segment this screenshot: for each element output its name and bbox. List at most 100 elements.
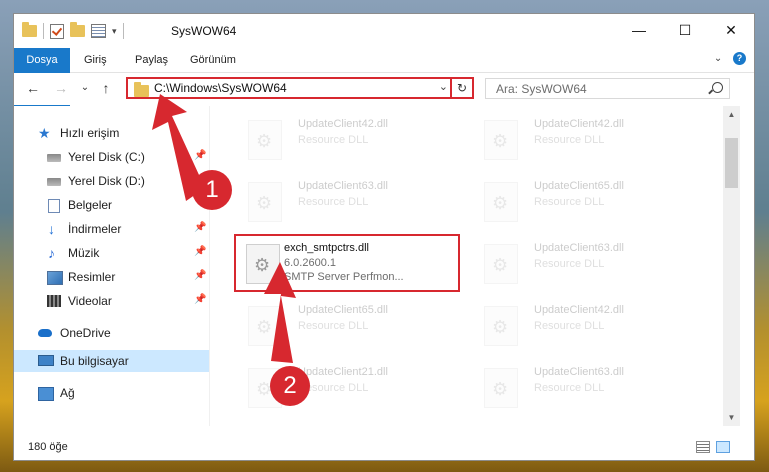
sidebar-item-this-pc[interactable]: Bu bilgisayar xyxy=(14,350,209,372)
dll-file-icon xyxy=(484,182,518,222)
ribbon-expand-icon[interactable]: ⌄ xyxy=(714,53,722,64)
file-name: UpdateClient63.dll xyxy=(298,180,388,192)
ribbon-controls: ⌄ ? xyxy=(714,52,746,65)
address-path[interactable]: C:\Windows\SysWOW64 xyxy=(154,81,287,96)
computer-icon xyxy=(38,355,54,366)
sidebar-item-network[interactable]: Ağ xyxy=(14,382,209,404)
network-icon xyxy=(38,387,54,401)
file-item[interactable]: UpdateClient42.dll Resource DLL xyxy=(238,112,458,170)
pin-icon[interactable]: 📌 xyxy=(194,294,206,305)
sidebar-item-downloads[interactable]: ↓ İndirmeler 📌 xyxy=(14,218,209,240)
sidebar-item-quick-access[interactable]: ★ Hızlı erişim xyxy=(14,122,209,144)
forward-button[interactable]: → xyxy=(52,79,70,97)
dll-file-icon xyxy=(484,120,518,160)
scroll-thumb[interactable] xyxy=(725,138,738,188)
file-item[interactable]: UpdateClient42.dll Resource DLL xyxy=(474,112,694,170)
file-description: Resource DLL xyxy=(534,382,605,394)
sidebar-item-music[interactable]: ♪ Müzik 📌 xyxy=(14,242,209,264)
navigation-pane: ★ Hızlı erişim Yerel Disk (C:) 📌 Yerel D… xyxy=(14,106,209,426)
toolbar-divider xyxy=(43,23,44,39)
music-icon: ♪ xyxy=(48,245,55,261)
file-name: UpdateClient63.dll xyxy=(534,366,624,378)
qat-dropdown-icon[interactable]: ▾ xyxy=(112,26,117,37)
up-button[interactable]: ↑ xyxy=(97,79,115,97)
file-item[interactable]: UpdateClient63.dll Resource DLL xyxy=(238,174,458,232)
item-count: 180 öğe xyxy=(28,441,68,453)
file-name: UpdateClient63.dll xyxy=(534,242,624,254)
folder-icon xyxy=(22,22,37,37)
pin-icon[interactable]: 📌 xyxy=(194,222,206,233)
close-button[interactable]: ✕ xyxy=(708,14,754,46)
details-view-icon[interactable] xyxy=(696,441,710,453)
scroll-down-icon[interactable]: ▼ xyxy=(723,409,740,426)
new-folder-icon[interactable] xyxy=(70,22,85,37)
sidebar-item-label: Resimler xyxy=(68,270,116,284)
sidebar-item-label: OneDrive xyxy=(60,326,111,340)
help-icon[interactable]: ? xyxy=(733,52,746,65)
file-item[interactable]: UpdateClient65.dll Resource DLL xyxy=(238,298,458,356)
dll-file-icon xyxy=(484,368,518,408)
drive-icon xyxy=(47,178,61,186)
file-name: UpdateClient42.dll xyxy=(534,118,624,130)
window-title: SysWOW64 xyxy=(171,24,237,38)
sidebar-item-documents[interactable]: Belgeler xyxy=(14,194,209,216)
sidebar-item-label: Bu bilgisayar xyxy=(60,354,129,368)
file-description: Resource DLL xyxy=(298,320,369,332)
pin-icon[interactable]: 📌 xyxy=(194,270,206,281)
sidebar-item-videos[interactable]: Videolar 📌 xyxy=(14,290,209,312)
highlighted-file-item[interactable]: exch_smtpctrs.dll 6.0.2600.1 SMTP Server… xyxy=(234,234,460,292)
dll-file-icon xyxy=(484,306,518,346)
tab-share[interactable]: Paylaş xyxy=(135,48,168,72)
sidebar-item-disk-c[interactable]: Yerel Disk (C:) 📌 xyxy=(14,146,209,168)
address-bar[interactable]: C:\Windows\SysWOW64 ⌄ ↻ xyxy=(126,77,474,99)
file-version: 6.0.2600.1 xyxy=(284,257,336,269)
pane-divider xyxy=(209,106,210,426)
ribbon-tabs: Dosya Giriş Paylaş Görünüm ⌄ ? xyxy=(14,48,754,106)
file-item[interactable]: UpdateClient42.dll Resource DLL xyxy=(474,298,694,356)
file-explorer-window: ▾ SysWOW64 — ☐ ✕ Dosya Giriş Paylaş Görü… xyxy=(14,14,754,460)
tab-view[interactable]: Görünüm xyxy=(190,48,236,72)
refresh-button[interactable]: ↻ xyxy=(450,79,472,97)
dll-file-icon xyxy=(246,244,280,284)
sidebar-item-pictures[interactable]: Resimler 📌 xyxy=(14,266,209,288)
vertical-scrollbar[interactable]: ▲ ▼ xyxy=(723,106,740,426)
tab-home[interactable]: Giriş xyxy=(84,48,107,72)
step-1-badge: 1 xyxy=(192,170,232,210)
pin-icon[interactable]: 📌 xyxy=(194,246,206,257)
address-dropdown-icon[interactable]: ⌄ xyxy=(439,80,448,93)
file-name: UpdateClient65.dll xyxy=(534,180,624,192)
sidebar-item-disk-d[interactable]: Yerel Disk (D:) xyxy=(14,170,209,192)
file-item-exch-smtpctrs[interactable]: exch_smtpctrs.dll 6.0.2600.1 SMTP Server… xyxy=(236,236,456,294)
search-box[interactable]: Ara: SysWOW64 xyxy=(485,78,730,99)
large-icons-view-icon[interactable] xyxy=(716,441,730,453)
recent-locations-button[interactable]: ⌄ xyxy=(76,79,94,97)
file-item[interactable]: UpdateClient63.dll Resource DLL xyxy=(474,236,694,294)
file-item[interactable]: UpdateClient63.dll Resource DLL xyxy=(474,360,694,418)
file-name: UpdateClient21.dll xyxy=(298,366,388,378)
navigation-bar: ← → ⌄ ↑ C:\Windows\SysWOW64 ⌄ ↻ Ara: Sys… xyxy=(14,73,754,105)
status-bar: 180 öğe xyxy=(14,427,754,460)
file-name: UpdateClient42.dll xyxy=(298,118,388,130)
pictures-icon xyxy=(47,271,63,285)
back-button[interactable]: ← xyxy=(24,79,42,97)
file-description: Resource DLL xyxy=(534,196,605,208)
properties-check-icon[interactable] xyxy=(50,23,64,39)
sidebar-item-label: Videolar xyxy=(68,294,112,308)
search-icon[interactable] xyxy=(712,82,723,93)
sidebar-item-onedrive[interactable]: OneDrive xyxy=(14,322,209,344)
quick-access-toolbar: ▾ xyxy=(22,22,124,39)
documents-icon xyxy=(48,199,60,213)
pin-icon[interactable]: 📌 xyxy=(194,150,206,161)
star-icon: ★ xyxy=(38,125,51,141)
scroll-up-icon[interactable]: ▲ xyxy=(723,106,740,123)
dll-file-icon xyxy=(248,306,282,346)
step-2-badge: 2 xyxy=(270,366,310,406)
minimize-button[interactable]: — xyxy=(616,14,662,46)
sidebar-item-label: Yerel Disk (C:) xyxy=(68,150,145,164)
sidebar-item-label: Yerel Disk (D:) xyxy=(68,174,145,188)
sidebar-item-label: İndirmeler xyxy=(68,222,122,236)
drive-icon xyxy=(47,154,61,162)
maximize-button[interactable]: ☐ xyxy=(662,14,708,46)
customize-list-icon[interactable] xyxy=(91,24,106,38)
file-item[interactable]: UpdateClient65.dll Resource DLL xyxy=(474,174,694,232)
